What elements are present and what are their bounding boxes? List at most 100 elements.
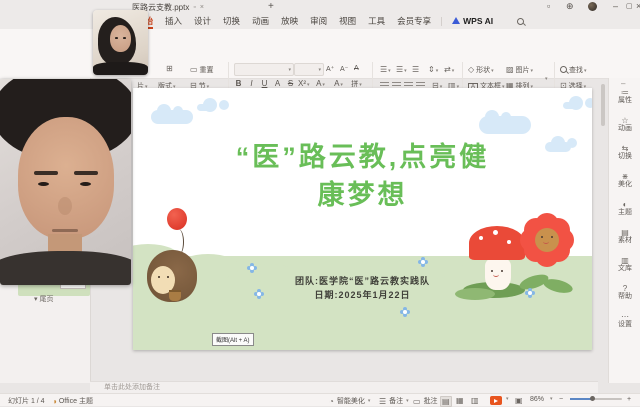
mushroom-eye-shape <box>491 270 493 272</box>
font-size-select[interactable] <box>294 63 324 76</box>
number-list-button[interactable]: ☰ <box>396 65 407 74</box>
cloud-shape <box>479 116 531 134</box>
reading-view-button[interactable]: ▥ <box>470 396 480 405</box>
webcam-man-face <box>18 117 114 239</box>
window-layout-icon[interactable]: ▫ <box>547 1 550 11</box>
play-slideshow-button[interactable] <box>490 396 502 405</box>
sidebar-item-theme[interactable]: ◐主题 <box>609 200 640 217</box>
restore-button[interactable]: ▢ <box>626 2 633 10</box>
fit-to-window-button[interactable]: ▣ <box>514 396 524 405</box>
layout-grid-icon[interactable]: ⊞ <box>166 64 173 73</box>
line-spacing-button[interactable]: ⇕ <box>428 65 438 74</box>
blue-flower-shape <box>528 291 532 295</box>
wps-ai-logo-icon <box>452 17 460 24</box>
sidebar-item-library[interactable]: ▥文库 <box>609 256 640 273</box>
shrink-font-button[interactable]: A⁻ <box>340 65 348 73</box>
tab-restore-icon[interactable]: ▫ <box>193 4 195 11</box>
tab-member[interactable]: 会员专享 <box>391 14 437 29</box>
hedgehog-eye-shape <box>167 276 169 278</box>
tab-wps-ai[interactable]: WPS AI <box>446 14 499 29</box>
blue-flower-shape <box>403 310 407 314</box>
sidebar-item-beautify[interactable]: ⋇美化 <box>609 172 640 189</box>
hedgehog-eye-shape <box>158 276 160 278</box>
shadow-button[interactable]: A <box>272 79 283 88</box>
screenshot-tooltip: 截图(Alt + A) <box>212 333 254 346</box>
webcam-woman-eye <box>115 37 118 39</box>
superscript-button[interactable]: X² <box>298 79 309 88</box>
font-family-select[interactable] <box>234 63 294 76</box>
tab-slideshow[interactable]: 放映 <box>275 14 304 29</box>
palette-icon: ◑ <box>52 397 57 406</box>
zoom-caret-icon[interactable] <box>549 396 553 402</box>
beautify-icon: ⋇ <box>609 172 640 181</box>
tab-animation[interactable]: 动画 <box>246 14 275 29</box>
shape-button[interactable]: ◇ 形状 <box>468 65 494 75</box>
globe-icon[interactable]: ⊕ <box>566 1 574 12</box>
webcam-man-eye <box>80 182 91 186</box>
notes-input[interactable]: 单击此处添加备注 <box>90 381 598 393</box>
zoom-in-button[interactable]: + <box>627 396 631 403</box>
tab-tools[interactable]: 工具 <box>362 14 391 29</box>
zoom-fill <box>570 398 592 400</box>
webcam-man-mouth <box>52 229 78 232</box>
user-avatar[interactable] <box>588 2 597 11</box>
mushroom-dot-shape <box>493 230 498 235</box>
tab-review[interactable]: 审阅 <box>304 14 333 29</box>
normal-view-button[interactable]: ▤ <box>440 396 452 407</box>
slide-canvas[interactable]: “医”路云教,点亮健 康梦想 团队:医学院“医”路云教实践队 日期:2025年1… <box>133 88 592 350</box>
underline-button[interactable]: U <box>259 79 270 88</box>
sidebar-item-transition[interactable]: ⇆切换 <box>609 144 640 161</box>
bold-button[interactable]: B <box>233 79 244 88</box>
properties-icon: ≔ <box>609 88 640 97</box>
sidebar-item-help[interactable]: ?帮助 <box>609 284 640 301</box>
reset-icon: ▭ <box>190 65 198 74</box>
tab-transition[interactable]: 切换 <box>217 14 246 29</box>
indent-button[interactable]: ☰ <box>412 65 419 74</box>
sidebar-item-properties[interactable]: ≔属性 <box>609 88 640 105</box>
zoom-slider[interactable] <box>570 398 622 400</box>
slide-title-line2: 康梦想 <box>133 176 592 214</box>
tab-view[interactable]: 视图 <box>333 14 362 29</box>
tab-close-icon[interactable]: × <box>200 4 204 11</box>
transition-icon: ⇆ <box>609 144 640 153</box>
tab-insert[interactable]: 插入 <box>159 14 188 29</box>
zoom-level[interactable]: 86% <box>530 396 544 403</box>
play-options-caret-icon[interactable] <box>505 396 509 402</box>
webcam-man-eyebrow <box>74 171 98 175</box>
document-tab[interactable]: 医路云支教.pptx ▫ × <box>128 0 268 14</box>
webcam-man-shoulders <box>0 251 131 285</box>
vertical-scrollbar[interactable] <box>601 84 605 126</box>
find-button[interactable]: 查找 <box>560 65 586 75</box>
slide-title[interactable]: “医”路云教,点亮健 康梦想 <box>133 138 592 214</box>
grow-font-button[interactable]: A⁺ <box>326 65 334 73</box>
search-icon[interactable] <box>517 18 524 25</box>
animation-icon: ☆ <box>609 116 640 125</box>
sidebar-item-settings[interactable]: ⋯设置 <box>609 312 640 329</box>
webcam-video-small[interactable] <box>93 10 148 75</box>
webcam-video-large[interactable] <box>0 79 131 285</box>
strikethrough-button[interactable]: S <box>285 79 296 88</box>
picture-button[interactable]: ▨ 图片 <box>506 65 533 75</box>
italic-button[interactable]: I <box>246 79 257 88</box>
picture-icon: ▨ <box>506 65 514 74</box>
flower-smile-shape <box>543 239 549 244</box>
flower-eye-shape <box>551 236 553 238</box>
panel-section-header[interactable]: ▾ 尾页 <box>34 294 53 304</box>
settings-icon: ⋯ <box>609 312 640 321</box>
minimize-button[interactable]: – <box>613 1 618 11</box>
reset-button[interactable]: ▭ 重置 <box>190 65 214 75</box>
zoom-thumb-handle[interactable] <box>590 396 595 401</box>
slide-sorter-view-button[interactable]: ▦ <box>455 396 465 405</box>
sidebar-item-material[interactable]: ▤素材 <box>609 228 640 245</box>
webcam-woman-face <box>110 25 131 52</box>
bullet-list-button[interactable]: ☰ <box>380 65 391 74</box>
close-button[interactable]: × <box>636 1 640 11</box>
clear-format-button[interactable]: A <box>354 65 359 72</box>
text-direction-button[interactable]: ⇄ <box>444 65 454 74</box>
tab-design[interactable]: 设计 <box>188 14 217 29</box>
zoom-out-button[interactable]: − <box>559 396 563 403</box>
hedgehog-basket-shape <box>169 290 181 301</box>
sidebar-collapse-icon[interactable]: – <box>621 79 625 88</box>
new-tab-button[interactable]: + <box>268 1 274 12</box>
sidebar-item-animation[interactable]: ☆动画 <box>609 116 640 133</box>
